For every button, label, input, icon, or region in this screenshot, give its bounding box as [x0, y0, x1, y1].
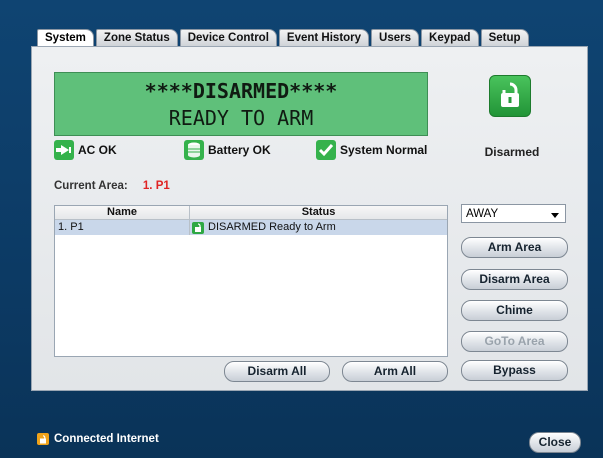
- battery-status: Battery OK: [184, 139, 271, 161]
- tab-keypad[interactable]: Keypad: [421, 29, 479, 46]
- battery-status-label: Battery OK: [208, 143, 271, 157]
- tab-bar: System Zone Status Device Control Event …: [37, 29, 531, 47]
- tab-system[interactable]: System: [37, 29, 94, 47]
- security-panel-app: System Zone Status Device Control Event …: [0, 0, 603, 458]
- current-area-value: 1. P1: [142, 180, 170, 192]
- connection-status-label: Connected Internet: [54, 433, 159, 445]
- area-table: Name Status 1. P1 DISARMED Ready to Arm: [54, 205, 448, 357]
- arm-state-label: Disarmed: [484, 145, 540, 159]
- lcd-line-1: ****DISARMED****: [144, 79, 338, 103]
- lcd-display: ****DISARMED**** READY TO ARM: [54, 72, 428, 136]
- area-status-cell: DISARMED Ready to Arm: [190, 220, 447, 235]
- arm-mode-value: AWAY: [466, 208, 499, 220]
- disarm-all-button[interactable]: Disarm All: [224, 361, 330, 382]
- tab-zone-status[interactable]: Zone Status: [95, 29, 178, 46]
- area-name-cell: 1. P1: [55, 220, 190, 235]
- current-area-label: Current Area:: [54, 180, 128, 192]
- check-icon: [316, 140, 336, 160]
- current-area: Current Area: 1. P1: [54, 180, 170, 192]
- system-status: System Normal: [316, 139, 427, 161]
- ac-status-label: AC OK: [78, 143, 117, 157]
- lock-open-icon: [192, 221, 204, 234]
- lock-open-icon: [489, 75, 531, 117]
- tab-device-control[interactable]: Device Control: [179, 29, 277, 46]
- goto-area-button[interactable]: GoTo Area: [461, 331, 568, 352]
- arm-mode-select[interactable]: AWAY: [461, 204, 566, 223]
- close-button[interactable]: Close: [529, 432, 581, 453]
- arm-all-button[interactable]: Arm All: [342, 361, 448, 382]
- plug-icon: [54, 140, 74, 160]
- system-panel: ****DISARMED**** READY TO ARM Disarmed A…: [31, 46, 588, 391]
- tab-setup[interactable]: Setup: [480, 29, 529, 46]
- lcd-line-2: READY TO ARM: [168, 106, 314, 130]
- table-row[interactable]: 1. P1 DISARMED Ready to Arm: [55, 220, 447, 235]
- arm-area-button[interactable]: Arm Area: [461, 237, 568, 258]
- chevron-down-icon: [551, 213, 559, 218]
- chime-button[interactable]: Chime: [461, 300, 568, 321]
- connection-status: Connected Internet: [37, 433, 159, 445]
- lock-open-icon: [37, 433, 49, 445]
- bypass-button[interactable]: Bypass: [461, 360, 568, 381]
- column-header-status[interactable]: Status: [190, 206, 447, 219]
- ac-status: AC OK: [54, 139, 117, 161]
- area-status-text: DISARMED Ready to Arm: [208, 221, 336, 233]
- disarm-area-button[interactable]: Disarm Area: [461, 269, 568, 290]
- tab-users[interactable]: Users: [371, 29, 420, 46]
- battery-icon: [184, 140, 204, 160]
- column-header-name[interactable]: Name: [55, 206, 190, 219]
- tab-event-history[interactable]: Event History: [278, 29, 370, 46]
- system-status-label: System Normal: [340, 143, 428, 157]
- table-header: Name Status: [55, 206, 447, 220]
